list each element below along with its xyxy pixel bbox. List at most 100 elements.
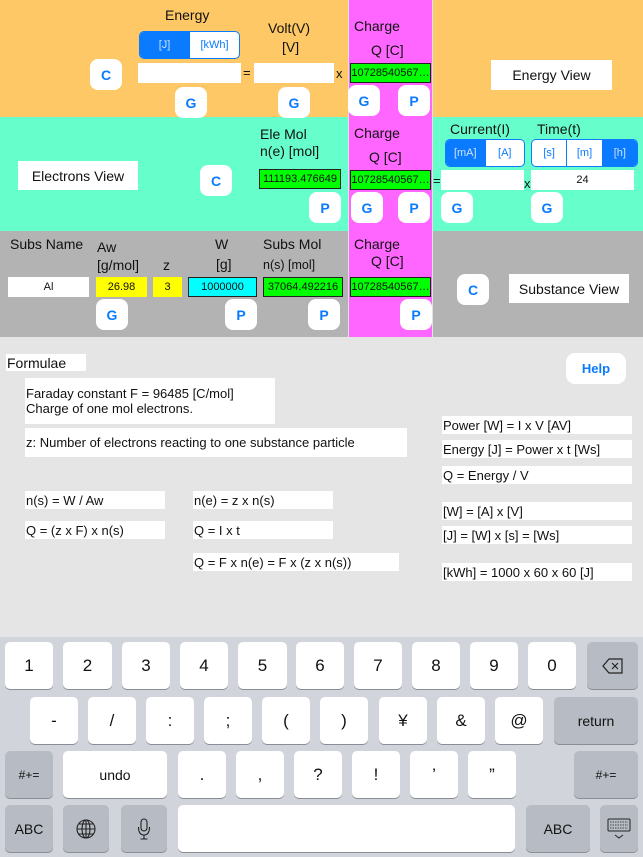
- space-key[interactable]: [178, 805, 515, 852]
- formula-w-unit: [W] = [A] x [V]: [442, 502, 632, 520]
- time-get-button[interactable]: G: [531, 192, 563, 223]
- charge-label-1: Charge: [354, 18, 400, 34]
- time-unit-h[interactable]: [h]: [601, 140, 637, 166]
- key-open-paren[interactable]: (: [262, 697, 310, 744]
- energy-get-button[interactable]: G: [175, 87, 207, 118]
- charge-put-button-1[interactable]: P: [398, 85, 430, 116]
- charge-put-button-3[interactable]: P: [400, 299, 432, 330]
- key-0[interactable]: 0: [528, 642, 576, 689]
- faraday-line2: Charge of one mol electrons.: [26, 401, 193, 416]
- electrons-view-button[interactable]: Electrons View: [18, 161, 138, 190]
- backspace-key[interactable]: [587, 642, 638, 689]
- energy-unit-toggle[interactable]: [J] [kWh]: [139, 31, 240, 59]
- globe-icon: [76, 818, 96, 839]
- key-9[interactable]: 9: [470, 642, 518, 689]
- volt-input[interactable]: [254, 63, 334, 83]
- time-unit-s[interactable]: [s]: [532, 140, 566, 166]
- formula-power: Power [W] = I x V [AV]: [442, 416, 632, 434]
- time-unit-toggle[interactable]: [s] [m] [h]: [531, 139, 638, 167]
- subs-name-input[interactable]: Al: [8, 277, 89, 297]
- hide-keyboard-key[interactable]: [600, 805, 638, 852]
- current-get-button[interactable]: G: [441, 192, 473, 223]
- key-quote[interactable]: ”: [468, 751, 516, 798]
- aw-label: Aw: [97, 239, 117, 255]
- abc-key-right[interactable]: ABC: [526, 805, 590, 852]
- time-unit-m[interactable]: [m]: [566, 140, 601, 166]
- key-at[interactable]: @: [495, 697, 543, 744]
- key-ampersand[interactable]: &: [437, 697, 485, 744]
- globe-key[interactable]: [63, 805, 109, 852]
- current-unit-ma[interactable]: [mA]: [446, 140, 485, 166]
- current-unit-toggle[interactable]: [mA] [A]: [445, 139, 525, 167]
- subs-mol-unit: n(s) [mol]: [263, 258, 316, 272]
- subs-mol-put-button[interactable]: P: [308, 299, 340, 330]
- aw-get-button[interactable]: G: [96, 299, 128, 330]
- energy-unit-j[interactable]: [J]: [140, 32, 189, 58]
- key-4[interactable]: 4: [180, 642, 228, 689]
- substance-view-button[interactable]: Substance View: [509, 274, 629, 303]
- key-6[interactable]: 6: [296, 642, 344, 689]
- charge-get-button-1[interactable]: G: [348, 85, 380, 116]
- charge-value-3[interactable]: 10728540567…: [350, 277, 431, 297]
- times-sign: x: [336, 66, 343, 81]
- charge-get-button-2[interactable]: G: [351, 192, 383, 223]
- key-semicolon[interactable]: ;: [204, 697, 252, 744]
- w-input[interactable]: 1000000: [188, 277, 257, 297]
- time-input[interactable]: 24: [531, 170, 634, 190]
- key-8[interactable]: 8: [412, 642, 460, 689]
- z-input[interactable]: 3: [153, 277, 182, 297]
- key-close-paren[interactable]: ): [320, 697, 368, 744]
- formula-q-fne: Q = F x n(e) = F x (z x n(s)): [193, 553, 399, 571]
- w-label: W: [215, 236, 229, 252]
- formula-ns: n(s) = W / Aw: [25, 491, 165, 509]
- z-description: z: Number of electrons reacting to one s…: [25, 428, 407, 457]
- charge-put-button-2[interactable]: P: [398, 192, 430, 223]
- key-slash[interactable]: /: [88, 697, 136, 744]
- key-5[interactable]: 5: [238, 642, 287, 689]
- energy-clear-button[interactable]: C: [90, 59, 122, 90]
- charge-unit-3: Q [C]: [371, 253, 404, 269]
- key-1[interactable]: 1: [5, 642, 53, 689]
- current-input[interactable]: [441, 170, 524, 190]
- substance-clear-button[interactable]: C: [457, 274, 489, 305]
- symbols-key-right[interactable]: #+=: [574, 751, 638, 798]
- key-exclamation[interactable]: !: [352, 751, 400, 798]
- w-unit: [g]: [216, 256, 232, 272]
- key-comma[interactable]: ,: [236, 751, 284, 798]
- energy-view-button[interactable]: Energy View: [491, 60, 612, 90]
- key-period[interactable]: .: [178, 751, 226, 798]
- symbols-key-left[interactable]: #+=: [5, 751, 53, 798]
- abc-key-left[interactable]: ABC: [5, 805, 53, 852]
- key-colon[interactable]: :: [146, 697, 194, 744]
- charge-value-1[interactable]: 10728540567…: [350, 63, 431, 83]
- volt-get-button[interactable]: G: [278, 87, 310, 118]
- subs-mol-value[interactable]: 37064.492216: [263, 277, 343, 297]
- key-apostrophe[interactable]: ’: [410, 751, 458, 798]
- volt-unit: [V]: [282, 39, 300, 55]
- ele-mol-put-button[interactable]: P: [309, 192, 341, 223]
- ele-mol-value[interactable]: 111193.476649: [259, 169, 341, 189]
- key-2[interactable]: 2: [63, 642, 112, 689]
- formula-kwh-unit: [kWh] = 1000 x 60 x 60 [J]: [442, 563, 632, 581]
- equals-sign-2: =: [433, 173, 441, 188]
- energy-unit-kwh[interactable]: [kWh]: [189, 32, 239, 58]
- aw-input[interactable]: 26.98: [96, 277, 147, 297]
- faraday-box: Faraday constant F = 96485 [C/mol] Charg…: [25, 378, 275, 424]
- current-unit-a[interactable]: [A]: [484, 140, 525, 166]
- key-hyphen[interactable]: -: [30, 697, 78, 744]
- key-yen[interactable]: ¥: [379, 697, 427, 744]
- key-3[interactable]: 3: [122, 642, 170, 689]
- key-question[interactable]: ?: [294, 751, 342, 798]
- keyboard: 1 2 3 4 5 6 7 8 9 0 - / : ; ( ) ¥ & @ re…: [0, 637, 643, 857]
- help-button[interactable]: Help: [566, 353, 626, 384]
- undo-key[interactable]: undo: [63, 751, 167, 798]
- microphone-key[interactable]: [121, 805, 167, 852]
- backspace-icon: [601, 657, 623, 674]
- key-7[interactable]: 7: [354, 642, 402, 689]
- return-key[interactable]: return: [554, 697, 638, 744]
- energy-input[interactable]: [138, 63, 241, 83]
- microphone-icon: [137, 817, 151, 840]
- w-put-button[interactable]: P: [225, 299, 257, 330]
- electrons-clear-button[interactable]: C: [200, 165, 232, 196]
- charge-value-2[interactable]: 10728540567…: [350, 170, 431, 190]
